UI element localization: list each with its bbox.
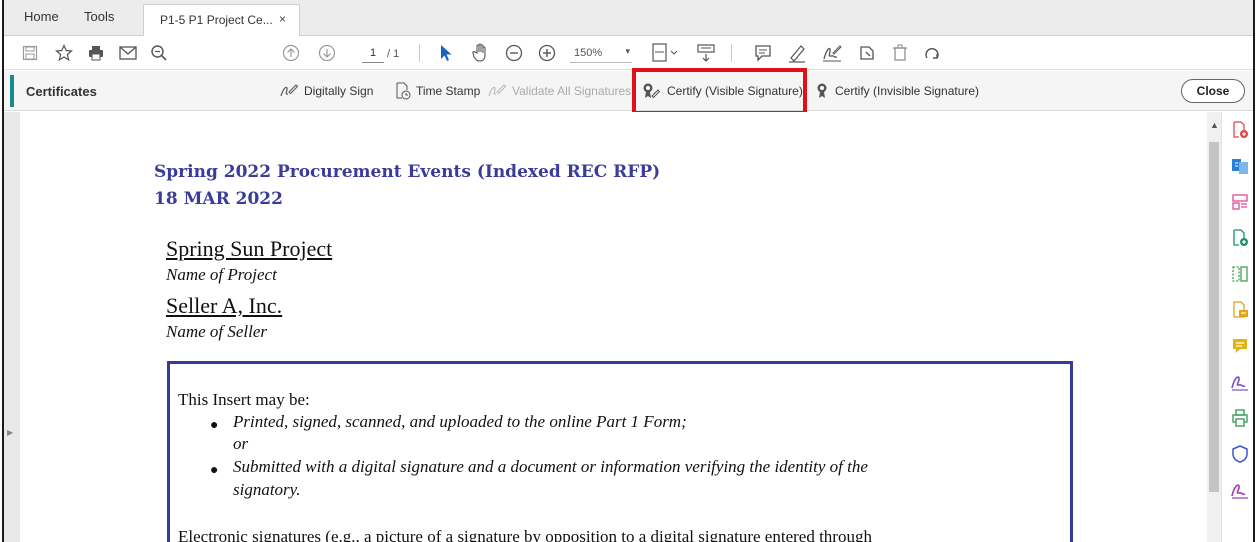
comment-panel-icon[interactable] (1230, 336, 1250, 356)
validate-all-label: Validate All Signatures (512, 84, 632, 98)
export-pdf-icon[interactable] (1230, 156, 1250, 176)
close-certificates-button[interactable]: Close (1181, 79, 1245, 103)
tab-tools[interactable]: Tools (84, 9, 114, 24)
print-production-icon[interactable] (1230, 408, 1250, 428)
delete-icon[interactable] (890, 42, 910, 64)
redact-tool-icon[interactable] (856, 42, 878, 64)
certificates-toolbar: Certificates Digitally Sign Time Stamp V… (4, 71, 1253, 111)
create-pdf-icon[interactable] (1230, 120, 1250, 140)
hand-tool-icon[interactable] (470, 42, 490, 64)
clock-document-icon (395, 82, 411, 100)
insert-box (167, 361, 1073, 542)
project-name: Spring Sun Project (166, 236, 333, 261)
fill-and-sign-icon[interactable] (1230, 372, 1250, 392)
search-zoom-icon[interactable] (149, 42, 169, 64)
certify-invisible-signature-button[interactable]: Certify (Invisible Signature) (814, 81, 979, 101)
seller-caption: Name of Seller (166, 322, 268, 341)
left-panel-toggle-strip: ▶ (4, 112, 20, 542)
toolbar-accent (10, 75, 14, 107)
certificate-ribbon-pen-icon (642, 82, 662, 100)
time-stamp-button[interactable]: Time Stamp (395, 81, 480, 101)
project-caption: Name of Project (166, 265, 277, 284)
rotate-icon[interactable] (922, 42, 942, 64)
certify-invisible-label: Certify (Invisible Signature) (835, 84, 980, 98)
scroll-mode-icon[interactable] (695, 42, 717, 64)
document-date: 18 MAR 2022 (154, 189, 283, 209)
certificate-ribbon-icon (814, 82, 830, 100)
scroll-up-icon[interactable]: ▲ (1210, 120, 1219, 130)
fit-page-icon[interactable] (650, 42, 678, 64)
comment-icon[interactable] (752, 42, 774, 64)
chevron-down-icon: ▾ (625, 46, 630, 56)
acrobat-window: Home Tools P1-5 P1 Project Ce... × 1 / 1… (2, 0, 1255, 542)
document-heading: Spring 2022 Procurement Events (Indexed … (154, 162, 661, 182)
email-icon[interactable] (118, 42, 138, 64)
bullet-marker: ● (210, 461, 219, 477)
certify-visible-label: Certify (Visible Signature) (667, 84, 803, 98)
insert-bullet-1: Printed, signed, scanned, and uploaded t… (233, 412, 687, 431)
next-page-icon[interactable] (317, 42, 337, 64)
digitally-sign-label: Digitally Sign (304, 84, 374, 98)
compare-files-icon[interactable] (1230, 264, 1250, 284)
fill-sign-doc-icon[interactable] (1230, 300, 1250, 320)
validate-all-signatures-button[interactable]: Validate All Signatures (487, 81, 631, 101)
pen-sign-icon (279, 83, 299, 99)
right-tools-panel (1221, 112, 1253, 542)
certify-visible-signature-button[interactable]: Certify (Visible Signature) (642, 81, 803, 101)
insert-bullet-2-line-2: signatory. (233, 480, 301, 499)
organize-pages-icon[interactable] (1230, 192, 1250, 212)
previous-page-icon[interactable] (281, 42, 301, 64)
zoom-level-value: 150% (574, 47, 603, 59)
tab-bar: Home Tools P1-5 P1 Project Ce... × (4, 0, 1253, 36)
zoom-level-select[interactable]: 150% ▾ (570, 46, 632, 63)
zoom-out-icon[interactable] (504, 42, 524, 64)
insert-intro: This Insert may be: (178, 390, 310, 409)
print-icon[interactable] (86, 42, 106, 64)
toolbar-divider (731, 44, 732, 62)
save-icon[interactable] (20, 42, 40, 64)
select-cursor-icon[interactable] (436, 42, 456, 64)
tab-document[interactable]: P1-5 P1 Project Ce... × (143, 4, 300, 36)
edit-pdf-icon[interactable] (1230, 228, 1250, 248)
insert-bullet-2-line-1: Submitted with a digital signature and a… (233, 457, 868, 476)
toolbar-divider (419, 44, 420, 62)
page-number-input[interactable]: 1 (362, 47, 384, 63)
request-signature-icon[interactable] (1230, 480, 1250, 500)
document-tab-label: P1-5 P1 Project Ce... (160, 13, 273, 27)
digitally-sign-button[interactable]: Digitally Sign (279, 81, 373, 101)
zoom-in-icon[interactable] (537, 42, 557, 64)
scroll-thumb[interactable] (1209, 142, 1219, 492)
certificates-title: Certificates (26, 84, 97, 99)
highlight-pen-icon[interactable] (786, 42, 808, 64)
insert-or: or (233, 434, 249, 453)
expand-left-panel-icon[interactable]: ▶ (7, 428, 13, 437)
bookmark-star-icon[interactable] (54, 42, 74, 64)
main-toolbar: 1 / 1 150% ▾ (4, 36, 1253, 70)
protect-shield-icon[interactable] (1230, 444, 1250, 464)
tab-home[interactable]: Home (24, 9, 59, 24)
seller-name: Seller A, Inc. (166, 293, 283, 318)
time-stamp-label: Time Stamp (416, 84, 481, 98)
page-total: / 1 (387, 48, 400, 60)
sign-icon[interactable] (820, 42, 844, 64)
bullet-marker: ● (210, 416, 219, 432)
close-tab-icon[interactable]: × (279, 12, 286, 26)
insert-tail-text: Electronic signatures (e.g., a picture o… (178, 527, 872, 542)
validate-pen-icon (487, 83, 507, 99)
vertical-scrollbar[interactable]: ▲ (1207, 112, 1221, 542)
